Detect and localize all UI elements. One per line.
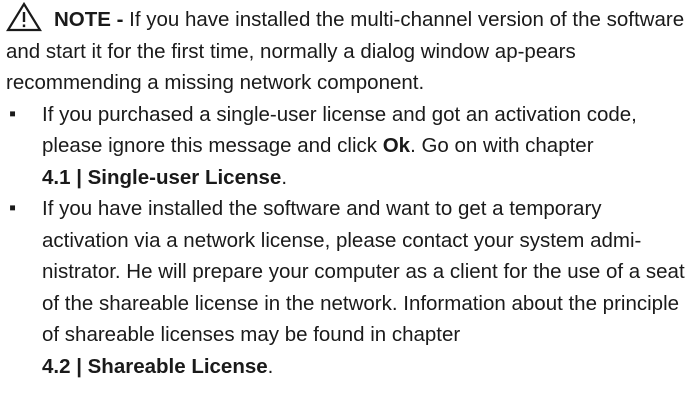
list-item: ▪ If you have installed the software and… <box>6 193 692 382</box>
bullet-end: . <box>267 354 274 378</box>
warning-triangle-icon <box>6 2 42 32</box>
bullet-end: . <box>281 165 288 189</box>
note-paragraph: NOTE - If you have installed the multi-c… <box>6 0 692 99</box>
bullet-text: If you have installed the software and w… <box>42 197 685 346</box>
document-page: NOTE - If you have installed the multi-c… <box>0 0 698 414</box>
bullet-text-after: . Go on with chapter <box>410 134 594 157</box>
note-label: NOTE - <box>54 8 124 31</box>
chapter-link-single-user-license[interactable]: 4.1 | Single-user License <box>42 166 281 189</box>
bullet-icon: ▪ <box>9 197 17 219</box>
bullet-icon: ▪ <box>9 102 17 125</box>
ok-button-reference: Ok <box>382 134 411 157</box>
chapter-link-shareable-license[interactable]: 4.2 | Shareable License <box>42 355 268 378</box>
bullet-list: ▪ If you purchased a single-user license… <box>6 99 692 383</box>
list-item: ▪ If you purchased a single-user license… <box>6 99 692 194</box>
